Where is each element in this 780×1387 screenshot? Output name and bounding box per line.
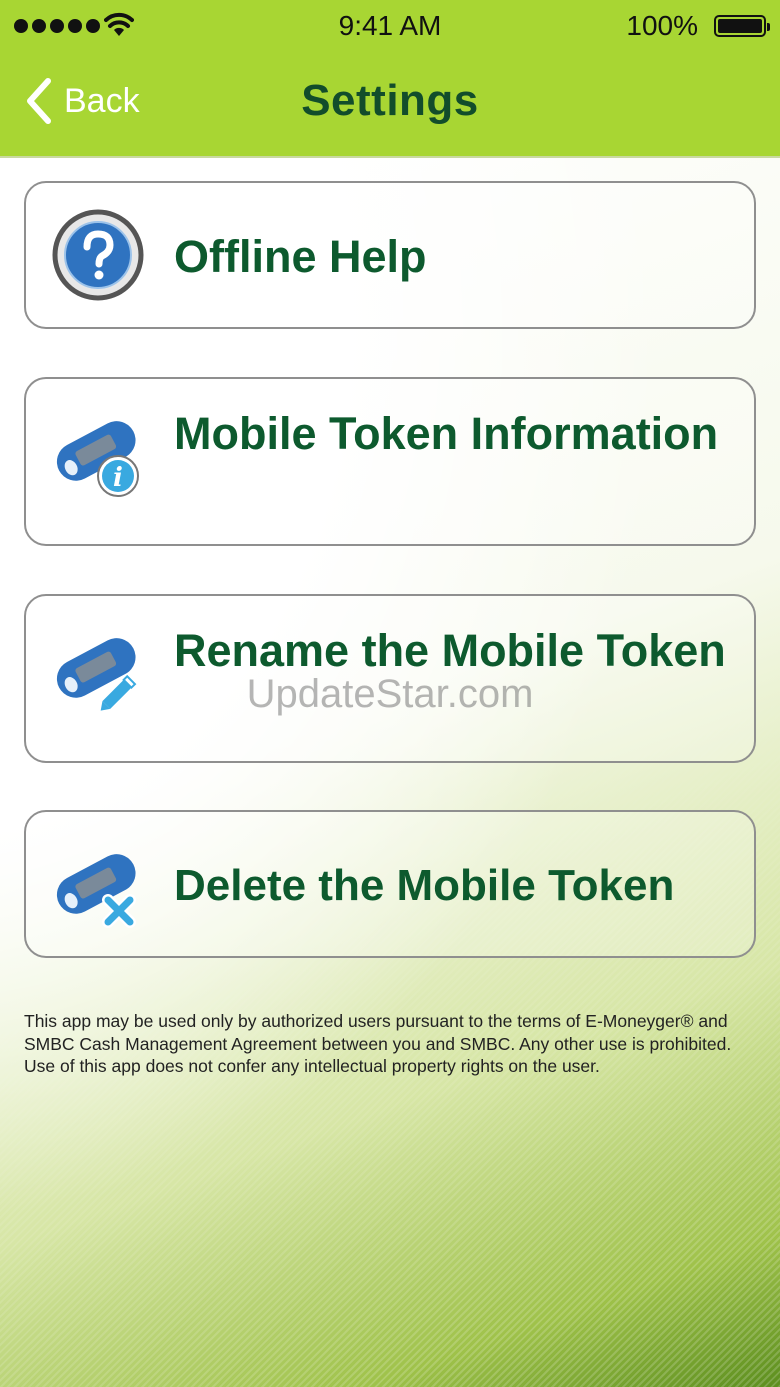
delete-mobile-token-label: Delete the Mobile Token [174,861,675,910]
page-title: Settings [301,76,479,125]
delete-mobile-token-button[interactable]: Delete the Mobile Token [24,810,756,958]
battery-percentage: 100% [626,10,698,41]
mobile-token-information-button[interactable]: i Mobile Token Information [24,377,756,546]
mobile-token-information-label: Mobile Token Information [174,408,719,459]
settings-screen: 9:41 AM 100% Back Settings Offline Help [0,0,780,1387]
rename-mobile-token-label: Rename the Mobile Token [174,625,726,676]
header: 9:41 AM 100% Back Settings [0,0,780,158]
token-edit-icon [56,638,137,711]
token-info-icon: i [56,421,139,497]
token-delete-icon [56,854,136,928]
status-bar: 9:41 AM 100% [0,0,780,54]
battery-icon [714,15,770,37]
background-texture [0,158,780,1387]
rename-mobile-token-button[interactable]: Rename the Mobile Token [24,594,756,763]
disclaimer-text: This app may be used only by authorized … [24,1011,732,1076]
help-icon [52,209,144,301]
offline-help-button[interactable]: Offline Help [24,181,756,329]
svg-text:i: i [113,463,123,493]
offline-help-label: Offline Help [174,231,427,282]
